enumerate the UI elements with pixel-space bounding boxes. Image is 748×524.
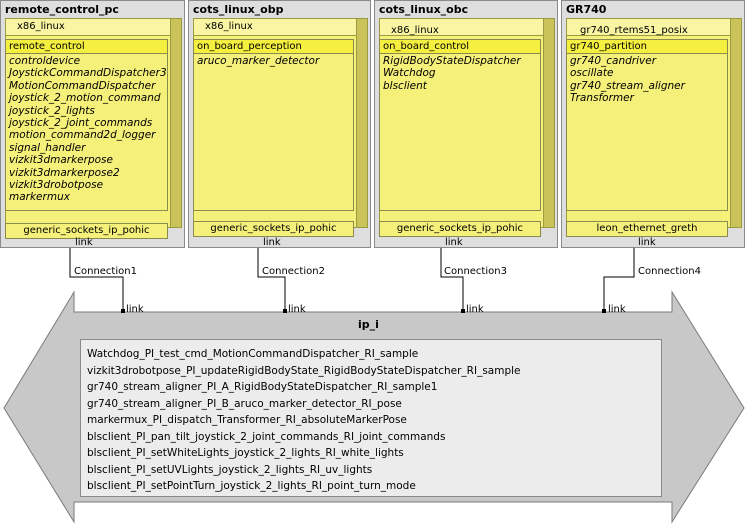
signal-list: Watchdog_PI_test_cmd_MotionCommandDispat…: [80, 339, 662, 497]
partition-title: remote_control: [6, 40, 167, 54]
node-title: remote_control_pc: [5, 3, 119, 16]
function-item[interactable]: vizkit3dmarkerpose2: [9, 167, 164, 179]
signal-item[interactable]: blsclient_PI_setWhiteLights_joystick_2_l…: [87, 445, 661, 462]
bus-title[interactable]: ip_i: [358, 318, 379, 331]
signal-item[interactable]: blsclient_PI_setPointTurn_joystick_2_lig…: [87, 478, 661, 495]
port-label: link: [445, 237, 463, 248]
function-item[interactable]: Transformer: [570, 92, 724, 104]
cube-side: [170, 18, 182, 228]
cube-side: [356, 18, 368, 228]
partition-title: on_board_perception: [194, 40, 353, 54]
connection-label-2[interactable]: Connection2: [262, 266, 325, 277]
port-label: link: [75, 237, 93, 248]
function-item[interactable]: joystick_2_motion_command: [9, 92, 164, 104]
interface-box[interactable]: leon_ethernet_greth: [566, 221, 728, 237]
bus-port-label: link: [608, 304, 626, 315]
signal-item[interactable]: blsclient_PI_pan_tilt_joystick_2_joint_c…: [87, 429, 661, 446]
function-item[interactable]: gr740_candriver: [570, 55, 724, 67]
platform-label: x86_linux: [391, 25, 439, 36]
function-item[interactable]: markermux: [9, 191, 164, 203]
function-item[interactable]: vizkit3dmarkerpose: [9, 154, 164, 166]
cube-side: [543, 18, 555, 228]
function-item[interactable]: oscillate: [570, 67, 724, 79]
partition-gr740[interactable]: gr740_partition gr740_candriver oscillat…: [566, 39, 728, 211]
bus-port-label: link: [126, 304, 144, 315]
connection-label-4[interactable]: Connection4: [638, 266, 701, 277]
bus-port-label: link: [466, 304, 484, 315]
function-item[interactable]: JoystickCommandDispatcher3: [9, 67, 167, 79]
connection-label-1[interactable]: Connection1: [74, 266, 137, 277]
connection-line-4: [603, 241, 635, 311]
partition-title: on_board_control: [380, 40, 540, 54]
node-gr740[interactable]: GR740 gr740_rtems51_posix gr740_partitio…: [561, 0, 745, 248]
node-remote-control-pc[interactable]: remote_control_pc x86_linux remote_contr…: [0, 0, 185, 248]
signal-item[interactable]: Watchdog_PI_test_cmd_MotionCommandDispat…: [87, 346, 661, 363]
function-item[interactable]: joystick_2_lights: [9, 105, 164, 117]
signal-item[interactable]: blsclient_PI_setUVLights_joystick_2_ligh…: [87, 462, 661, 479]
bus-port-label: link: [288, 304, 306, 315]
cube-side: [730, 18, 742, 228]
port-marker: [121, 309, 125, 313]
function-item[interactable]: gr740_stream_aligner: [570, 80, 724, 92]
port-marker: [283, 309, 287, 313]
signal-item[interactable]: markermux_PI_dispatch_Transformer_RI_abs…: [87, 412, 661, 429]
node-title: cots_linux_obc: [379, 3, 469, 16]
platform-label: x86_linux: [205, 21, 253, 32]
node-cots-linux-obc[interactable]: cots_linux_obc x86_linux on_board_contro…: [374, 0, 558, 248]
node-title: GR740: [566, 3, 607, 16]
platform-label: gr740_rtems51_posix: [580, 25, 688, 36]
signal-item[interactable]: gr740_stream_aligner_PI_A_RigidBodyState…: [87, 379, 661, 396]
function-item[interactable]: controldevice: [9, 55, 164, 67]
function-item[interactable]: RigidBodyStateDispatcher: [383, 55, 537, 67]
signal-item[interactable]: gr740_stream_aligner_PI_B_aruco_marker_d…: [87, 396, 661, 413]
port-marker: [602, 309, 606, 313]
platform-label: x86_linux: [17, 21, 65, 32]
node-cots-linux-obp[interactable]: cots_linux_obp x86_linux on_board_percep…: [188, 0, 371, 248]
partition-on-board-control[interactable]: on_board_control RigidBodyStateDispatche…: [379, 39, 541, 211]
function-item[interactable]: aruco_marker_detector: [197, 55, 350, 67]
function-item[interactable]: signal_handler: [9, 142, 164, 154]
connection-label-3[interactable]: Connection3: [444, 266, 507, 277]
function-item[interactable]: Watchdog: [383, 67, 537, 79]
node-title: cots_linux_obp: [193, 3, 284, 16]
partition-on-board-perception[interactable]: on_board_perception aruco_marker_detecto…: [193, 39, 354, 211]
signal-item[interactable]: vizkit3drobotpose_PI_updateRigidBodyStat…: [87, 363, 661, 380]
port-label: link: [638, 237, 656, 248]
port-label: link: [263, 237, 281, 248]
function-item[interactable]: joystick_2_joint_commands: [9, 117, 164, 129]
interface-box[interactable]: generic_sockets_ip_pohic: [193, 221, 354, 237]
function-item[interactable]: blsclient: [383, 80, 537, 92]
interface-box[interactable]: generic_sockets_ip_pohic: [379, 221, 541, 237]
function-item[interactable]: motion_command2d_logger: [9, 129, 164, 141]
function-item[interactable]: vizkit3drobotpose: [9, 179, 164, 191]
partition-title: gr740_partition: [567, 40, 727, 54]
function-item[interactable]: MotionCommandDispatcher: [9, 80, 164, 92]
partition-remote-control[interactable]: remote_control controldevice JoystickCom…: [5, 39, 168, 211]
port-marker: [461, 309, 465, 313]
